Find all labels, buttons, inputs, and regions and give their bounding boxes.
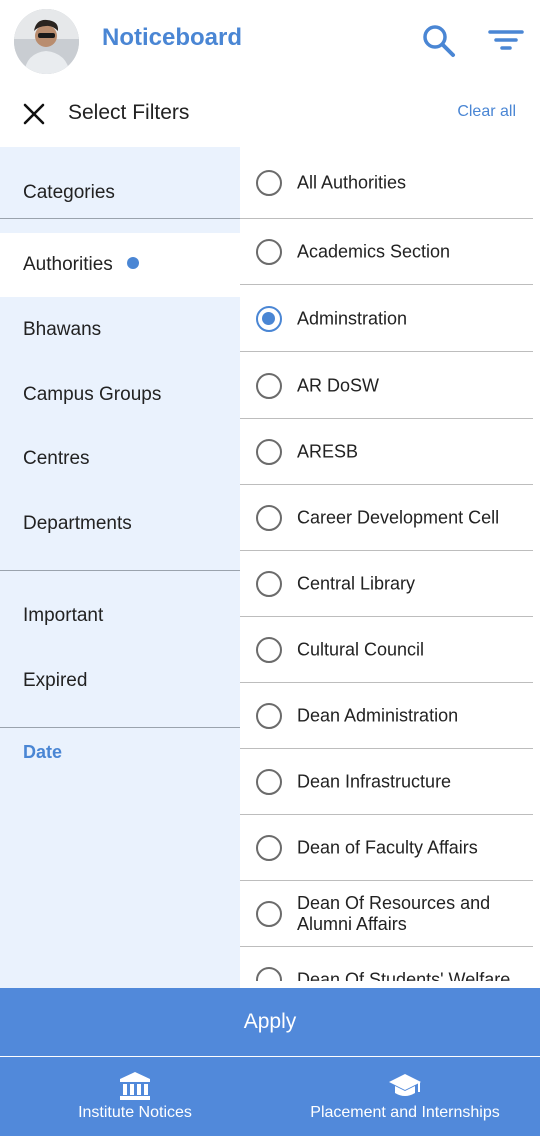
option-item[interactable]: Central Library xyxy=(240,551,533,617)
radio-button[interactable] xyxy=(256,438,282,465)
active-dot-icon xyxy=(126,256,139,269)
avatar[interactable] xyxy=(14,9,79,74)
apply-button[interactable]: Apply xyxy=(0,988,540,1056)
category-expired[interactable]: Expired xyxy=(0,670,240,692)
category-heading: Categories xyxy=(23,182,115,203)
search-button[interactable] xyxy=(420,22,456,58)
radio-button[interactable] xyxy=(256,967,282,981)
search-icon xyxy=(423,25,455,57)
option-label: Adminstration xyxy=(297,308,408,328)
app-title: Noticeboard xyxy=(102,24,243,51)
category-campus-groups[interactable]: Campus Groups xyxy=(0,384,240,406)
option-label: All Authorities xyxy=(297,172,407,192)
option-item[interactable]: ARESB xyxy=(240,419,533,485)
radio-button[interactable] xyxy=(256,900,282,927)
option-item[interactable]: Academics Section xyxy=(240,219,533,285)
graduation-cap-icon xyxy=(389,1074,421,1096)
nav-label: Institute Notices xyxy=(78,1104,192,1121)
option-label: Dean Administration xyxy=(297,705,459,725)
option-item[interactable]: Career Development Cell xyxy=(240,485,533,551)
radio-button-selected[interactable] xyxy=(256,305,282,332)
category-date[interactable]: Date xyxy=(23,742,62,763)
option-item[interactable]: Dean Administration xyxy=(240,683,533,749)
filters-title: Select Filters xyxy=(68,101,190,124)
filter-categories-panel: Categories Authorities Bhawans Campus Gr… xyxy=(0,147,240,988)
radio-button[interactable] xyxy=(256,372,282,399)
divider xyxy=(0,218,240,219)
radio-button[interactable] xyxy=(256,834,282,861)
nav-placement-internships[interactable]: Placement and Internships xyxy=(270,1057,540,1136)
radio-button[interactable] xyxy=(256,768,282,795)
option-item[interactable]: All Authorities xyxy=(240,147,533,219)
option-label: Career Development Cell xyxy=(297,507,500,527)
nav-institute-notices[interactable]: Institute Notices xyxy=(0,1057,270,1136)
app-header: Noticeboard xyxy=(0,0,540,84)
radio-button[interactable] xyxy=(256,702,282,729)
bank-icon xyxy=(120,1072,150,1100)
authority-options-list[interactable]: All Authorities Academics Section Admins… xyxy=(240,147,540,981)
category-departments[interactable]: Departments xyxy=(0,513,240,535)
filter-button[interactable] xyxy=(488,24,524,56)
option-label: Central Library xyxy=(297,573,416,593)
radio-button[interactable] xyxy=(256,238,282,265)
option-label: Academics Section xyxy=(297,241,451,261)
bottom-navigation: Institute Notices Placement and Internsh… xyxy=(0,1057,540,1136)
clear-all-button[interactable]: Clear all xyxy=(457,103,516,121)
radio-button[interactable] xyxy=(256,504,282,531)
user-avatar-icon xyxy=(14,9,79,74)
category-authorities[interactable]: Authorities xyxy=(0,233,240,297)
radio-button[interactable] xyxy=(256,169,282,196)
filter-lines-icon xyxy=(488,30,524,50)
option-item[interactable]: Dean Of Students' Welfare xyxy=(240,947,533,981)
option-item[interactable]: Cultural Council xyxy=(240,617,533,683)
option-item[interactable]: Adminstration xyxy=(240,286,533,352)
category-bhawans[interactable]: Bhawans xyxy=(0,319,240,341)
option-item[interactable]: AR DoSW xyxy=(240,353,533,419)
option-label: Dean Infrastructure xyxy=(297,771,452,791)
divider xyxy=(0,727,240,728)
option-item[interactable]: Dean Of Resources and Alumni Affairs xyxy=(240,881,533,947)
option-label: Dean Of Resources and Alumni Affairs xyxy=(297,892,491,934)
option-item[interactable]: Dean of Faculty Affairs xyxy=(240,815,533,881)
category-important[interactable]: Important xyxy=(0,605,240,627)
option-label: ARESB xyxy=(297,441,359,461)
radio-button[interactable] xyxy=(256,570,282,597)
category-label: Authorities xyxy=(23,254,113,275)
close-button[interactable] xyxy=(22,102,46,126)
radio-button[interactable] xyxy=(256,636,282,663)
close-icon xyxy=(23,103,45,125)
option-item[interactable]: Dean Infrastructure xyxy=(240,749,533,815)
nav-label: Placement and Internships xyxy=(310,1104,500,1121)
option-label: AR DoSW xyxy=(297,375,380,395)
option-label: Dean of Faculty Affairs xyxy=(297,837,478,857)
category-centres[interactable]: Centres xyxy=(0,448,240,470)
divider xyxy=(0,570,240,571)
option-label: Dean Of Students' Welfare xyxy=(297,969,511,982)
option-label: Cultural Council xyxy=(297,639,425,659)
